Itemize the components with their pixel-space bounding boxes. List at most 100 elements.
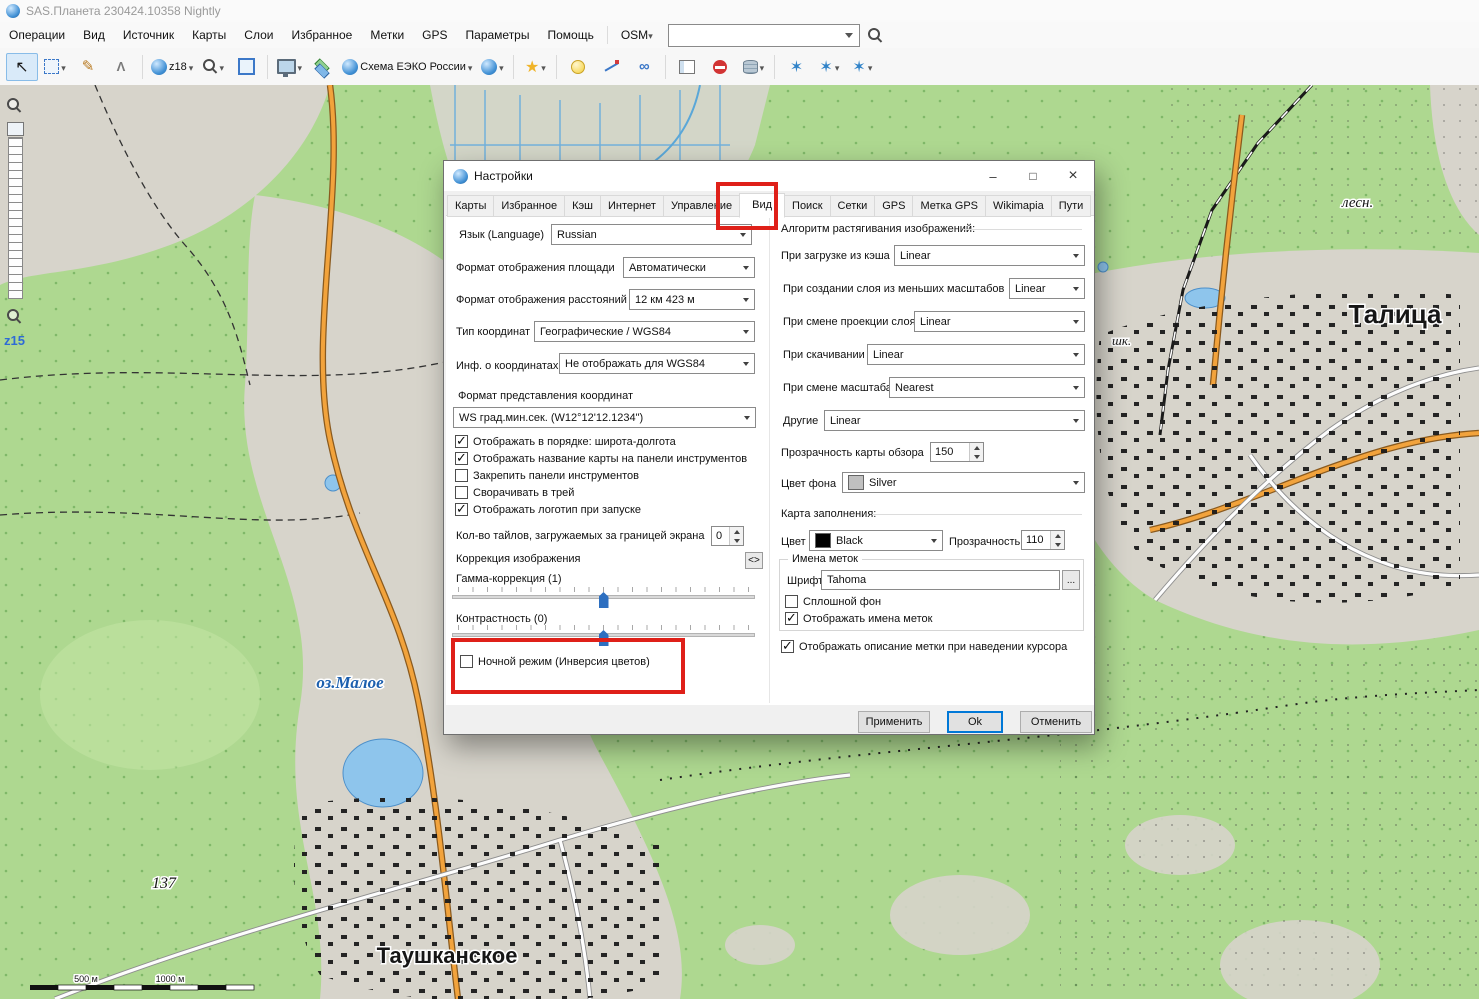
tiles-spinner[interactable]: 0 — [711, 526, 744, 546]
route-button[interactable] — [595, 53, 627, 81]
zoom-level-button[interactable]: z18 — [148, 53, 196, 81]
menu-item-source[interactable]: Источник — [114, 22, 183, 48]
checkbox-night-mode[interactable]: Ночной режим (Инверсия цветов) — [460, 655, 650, 668]
maximize-button[interactable] — [1013, 162, 1053, 190]
tab-grids[interactable]: Сетки — [830, 195, 876, 217]
zoom-level-label: z18 — [169, 61, 187, 73]
checkbox-latlon-order[interactable]: Отображать в порядке: широта-долгота — [455, 435, 676, 448]
menu-item-layers[interactable]: Слои — [235, 22, 282, 48]
chevron-down-icon — [868, 58, 873, 76]
cache-resize-combobox[interactable]: Linear — [894, 245, 1085, 266]
ok-button[interactable]: Ok — [947, 711, 1003, 733]
panels-button[interactable] — [671, 53, 703, 81]
projection-resize-combobox[interactable]: Linear — [914, 311, 1085, 332]
gamma-slider[interactable] — [452, 587, 755, 613]
map-scheme-selector[interactable]: Схема ЕЭКО России — [339, 53, 475, 81]
bg-color-combobox[interactable]: Silver — [842, 472, 1085, 493]
gps-options-button[interactable] — [846, 53, 878, 81]
contrast-slider[interactable] — [452, 625, 755, 651]
search-combobox[interactable] — [668, 24, 860, 47]
apply-button[interactable]: Применить — [858, 711, 930, 733]
selection-tool-button[interactable] — [39, 53, 71, 81]
close-button[interactable] — [1053, 162, 1093, 190]
zoom-in-overlay-icon[interactable] — [7, 98, 22, 113]
zoom-ruler[interactable] — [8, 137, 23, 299]
other-resize-combobox[interactable]: Linear — [824, 410, 1085, 431]
coord-type-combobox[interactable]: Географические / WGS84 — [534, 321, 755, 342]
menu-item-operations[interactable]: Операции — [0, 22, 74, 48]
checkbox-minimize-tray[interactable]: Сворачивать в трей — [455, 486, 574, 499]
measure-tool-button[interactable] — [105, 53, 137, 81]
mark-names-group-label: Имена меток — [788, 553, 862, 565]
chevron-down-icon — [760, 58, 765, 76]
checkbox-solid-bg[interactable]: Сплошной фон — [785, 595, 881, 608]
fullscreen-icon — [238, 58, 255, 75]
tab-view[interactable]: Вид — [739, 193, 785, 218]
tab-favorites[interactable]: Избранное — [493, 195, 565, 217]
scale-label-500: 500 м — [74, 974, 98, 984]
tab-gps-mark[interactable]: Метка GPS — [912, 195, 986, 217]
overview-opacity-spinner[interactable]: 150 — [930, 442, 984, 462]
coord-info-combobox[interactable]: Не отображать для WGS84 — [559, 353, 755, 374]
checkbox-show-logo[interactable]: Отображать логотип при запуске — [455, 503, 641, 516]
download-resize-combobox[interactable]: Linear — [867, 344, 1085, 365]
zoom-out-overlay-icon[interactable] — [7, 309, 22, 324]
chevron-down-icon — [648, 28, 653, 42]
disable-downloads-button[interactable] — [704, 53, 736, 81]
layer-resize-combobox[interactable]: Linear — [1009, 278, 1085, 299]
gps-track-button[interactable] — [813, 53, 845, 81]
checkbox-show-mark-description[interactable]: Отображать описание метки при наведении … — [781, 640, 1067, 653]
gps-connect-button[interactable] — [780, 53, 812, 81]
osm-dropdown[interactable]: OSM — [612, 22, 662, 48]
menu-item-gps[interactable]: GPS — [413, 22, 456, 48]
ruler-tool-button[interactable] — [72, 53, 104, 81]
font-browse-button[interactable]: ... — [1062, 570, 1080, 590]
menu-item-favorites[interactable]: Избранное — [282, 22, 361, 48]
distance-format-combobox[interactable]: 12 км 423 м — [629, 289, 755, 310]
tab-control[interactable]: Управление — [663, 195, 740, 217]
cache-button[interactable] — [737, 53, 769, 81]
tab-cache[interactable]: Кэш — [564, 195, 601, 217]
tab-gps[interactable]: GPS — [874, 195, 913, 217]
cancel-button[interactable]: Отменить — [1020, 711, 1092, 733]
cursor-tool-button[interactable] — [6, 53, 38, 81]
fullscreen-button[interactable] — [230, 53, 262, 81]
fill-color-combobox[interactable]: Black — [809, 530, 943, 551]
favorites-button[interactable] — [519, 53, 551, 81]
minimize-button[interactable] — [973, 162, 1013, 190]
language-combobox[interactable]: Russian — [551, 224, 752, 245]
scale-resize-combobox[interactable]: Nearest — [889, 377, 1085, 398]
checkbox-show-mark-names[interactable]: Отображать имена меток — [785, 612, 932, 625]
image-correction-expand-button[interactable]: <> — [745, 552, 763, 569]
menu-item-view[interactable]: Вид — [74, 22, 114, 48]
map-layers-button[interactable] — [306, 53, 338, 81]
tab-search[interactable]: Поиск — [784, 195, 830, 217]
menu-item-options[interactable]: Параметры — [457, 22, 539, 48]
checkbox-lock-toolbars[interactable]: Закрепить панели инструментов — [455, 469, 639, 482]
checkbox-map-name-toolbar[interactable]: Отображать название карты на панели инст… — [455, 452, 747, 465]
chevron-down-icon — [298, 58, 303, 76]
search-icon[interactable] — [868, 28, 883, 43]
zoom-tool-button[interactable] — [197, 53, 229, 81]
magnifier-icon — [203, 59, 218, 74]
tab-wikimapia[interactable]: Wikimapia — [985, 195, 1052, 217]
projection-resize-label: При смене проекции слоя — [783, 316, 916, 328]
coord-format-combobox[interactable]: WS град.мин.сек. (W12°12'12.1234") — [453, 407, 756, 428]
link-button[interactable] — [628, 53, 660, 81]
toolbar-separator — [142, 55, 143, 79]
area-format-combobox[interactable]: Автоматически — [623, 257, 755, 278]
satellite-icon — [819, 57, 832, 77]
map-label-taushkanskoe: Таушканское — [377, 943, 518, 968]
layers-globe-button[interactable] — [476, 53, 508, 81]
fill-opacity-spinner[interactable]: 110 — [1021, 530, 1065, 550]
view-mode-button[interactable] — [273, 53, 305, 81]
font-input[interactable]: Tahoma — [821, 570, 1060, 590]
tab-paths[interactable]: Пути — [1051, 195, 1092, 217]
placemark-button[interactable] — [562, 53, 594, 81]
menu-item-maps[interactable]: Карты — [183, 22, 235, 48]
tab-internet[interactable]: Интернет — [600, 195, 664, 217]
tab-maps[interactable]: Карты — [447, 195, 494, 217]
menu-item-marks[interactable]: Метки — [361, 22, 413, 48]
download-resize-label: При скачивании — [783, 349, 865, 361]
menu-item-help[interactable]: Помощь — [538, 22, 602, 48]
